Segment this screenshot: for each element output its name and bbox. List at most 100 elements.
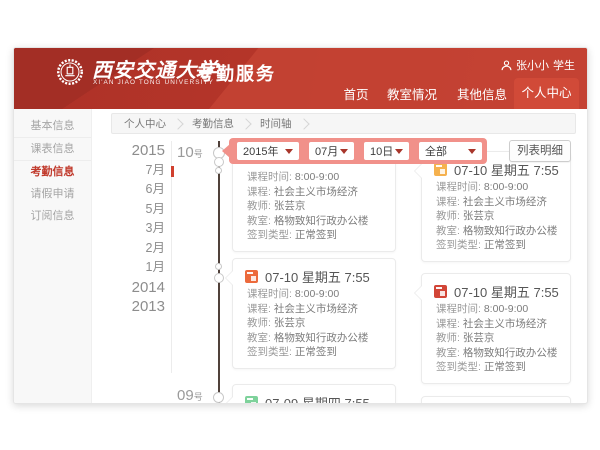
nav-item-personal-center-active[interactable]: 个人中心: [514, 78, 579, 109]
chevron-right-icon: [298, 118, 309, 129]
field-value: 格物致知行政办公楼: [463, 347, 558, 359]
card-field: 教室: 格物致知行政办公楼: [434, 224, 558, 239]
app-title: 考勤服务: [196, 60, 276, 86]
timeline-nav-2014[interactable]: 2014: [109, 278, 165, 298]
field-label: 教室:: [436, 347, 463, 359]
timeline-nav-july-current[interactable]: 7月: [109, 161, 165, 181]
timeline-nav-june[interactable]: 6月: [109, 180, 165, 200]
nav-item-classrooms[interactable]: 教室情况: [384, 84, 440, 109]
day-marker-10: 10号: [177, 144, 215, 162]
day-unit: 号: [194, 149, 203, 159]
attendance-card: 07-10 星期五 7:55课程时间: 8:00-9:00课程: 社会主义市场经…: [421, 273, 571, 384]
card-field: 签到类型: 正常签到: [434, 238, 558, 253]
card-title-row: 07-10 星期五 7:55: [245, 267, 383, 285]
card-field: 签到类型: 正常签到: [434, 360, 558, 375]
field-label: 课程:: [436, 318, 463, 330]
calendar-badge-icon: [434, 163, 447, 176]
sidebar-item-schedule-info[interactable]: 课表信息: [14, 138, 91, 161]
field-label: 签到类型:: [436, 239, 484, 251]
sidebar-item-basic-info[interactable]: 基本信息: [14, 115, 91, 138]
card-field: 课程: 社会主义市场经济: [245, 185, 383, 200]
person-icon: [501, 60, 512, 71]
field-label: 课程:: [247, 303, 274, 315]
day-dropdown[interactable]: 10日: [364, 142, 409, 160]
timeline-nav-2013[interactable]: 2013: [109, 297, 165, 317]
attendance-card: 07-09 星期四 7:55: [232, 384, 396, 404]
field-value: 张芸京: [463, 332, 495, 344]
field-value: 8:00-9:00: [295, 171, 339, 183]
chevron-right-icon: [240, 118, 251, 129]
field-label: 教室:: [436, 225, 463, 237]
timeline-nav-march[interactable]: 3月: [109, 219, 165, 239]
field-value: 社会主义市场经济: [274, 303, 358, 315]
field-label: 课程:: [247, 186, 274, 198]
timeline-nav-february[interactable]: 2月: [109, 239, 165, 259]
month-dropdown-value: 07月: [315, 143, 338, 159]
field-value: 社会主义市场经济: [463, 318, 547, 330]
card-title: 07-10 星期五 7:55: [265, 267, 370, 286]
field-value: 正常签到: [484, 361, 526, 373]
breadcrumb: 个人中心 考勤信息 时间轴: [111, 113, 576, 134]
sidebar-item-subscription-info[interactable]: 订阅信息: [14, 205, 91, 227]
card-field: 课程: 社会主义市场经济: [434, 317, 558, 332]
field-value: 张芸京: [274, 200, 306, 212]
field-label: 课程时间:: [247, 171, 295, 183]
sidebar: 基本信息 课表信息 考勤信息 请假申请 订阅信息: [14, 109, 92, 404]
timeline-nav-january[interactable]: 1月: [109, 258, 165, 278]
timeline-dot: [215, 263, 222, 270]
card-field: 教师: 张芸京: [434, 331, 558, 346]
day-unit: 号: [194, 392, 203, 402]
breadcrumb-attendance-info[interactable]: 考勤信息: [192, 116, 234, 131]
field-value: 社会主义市场经济: [274, 186, 358, 198]
field-value: 格物致知行政办公楼: [463, 225, 558, 237]
card-field: 课程: 社会主义市场经济: [245, 302, 383, 317]
timeline-nav-2015[interactable]: 2015: [109, 141, 165, 161]
field-label: 签到类型:: [247, 229, 295, 241]
timeline-nav-may[interactable]: 5月: [109, 200, 165, 220]
field-value: 正常签到: [295, 229, 337, 241]
field-label: 教室:: [247, 332, 274, 344]
caret-down-icon: [468, 149, 476, 158]
day-number: 10: [177, 144, 194, 161]
card-field: 签到类型: 正常签到: [245, 345, 383, 360]
type-dropdown-value: 全部: [425, 143, 447, 159]
field-label: 签到类型:: [247, 346, 295, 358]
field-label: 教师:: [436, 210, 463, 222]
nav-item-home[interactable]: 首页: [341, 84, 371, 109]
card-field: 课程时间: 8:00-9:00: [245, 287, 383, 302]
timeline-dot: [215, 167, 222, 174]
sidebar-item-leave-request[interactable]: 请假申请: [14, 183, 91, 205]
card-title: 07-10 星期五 7:55: [454, 282, 559, 301]
list-detail-button[interactable]: 列表明细: [509, 140, 571, 162]
attendance-card: [421, 396, 571, 404]
caret-down-icon: [285, 149, 293, 158]
day-dropdown-value: 10日: [370, 143, 393, 159]
breadcrumb-personal-center[interactable]: 个人中心: [124, 116, 166, 131]
field-label: 教师:: [436, 332, 463, 344]
year-dropdown-value: 2015年: [243, 143, 278, 159]
app-window: 西安交通大学 XI'AN JIAO TONG UNIVERSITY 考勤服务 张…: [13, 47, 588, 404]
timeline-dot: [214, 273, 224, 283]
day-number: 09: [177, 387, 194, 404]
calendar-badge-icon: [245, 270, 258, 283]
field-value: 张芸京: [274, 317, 306, 329]
user-role: 学生: [553, 57, 575, 73]
breadcrumb-timeline[interactable]: 时间轴: [260, 116, 292, 131]
field-label: 签到类型:: [436, 361, 484, 373]
nav-item-other-info[interactable]: 其他信息: [454, 84, 510, 109]
user-menu[interactable]: 张小小 学生: [501, 57, 575, 73]
field-value: 张芸京: [463, 210, 495, 222]
year-dropdown[interactable]: 2015年: [237, 142, 299, 160]
attendance-card: 07-10 星期五 7:55课程时间: 8:00-9:00课程: 社会主义市场经…: [232, 258, 396, 369]
sidebar-item-attendance-info[interactable]: 考勤信息: [14, 161, 91, 183]
field-value: 格物致知行政办公楼: [274, 332, 369, 344]
university-seal-icon: [56, 58, 84, 86]
field-value: 正常签到: [295, 346, 337, 358]
card-field: 课程: 社会主义市场经济: [434, 195, 558, 210]
app-header: 西安交通大学 XI'AN JIAO TONG UNIVERSITY 考勤服务 张…: [14, 48, 588, 109]
type-dropdown[interactable]: 全部: [419, 142, 482, 160]
card-field: 课程时间: 8:00-9:00: [245, 170, 383, 185]
field-label: 课程时间:: [436, 303, 484, 315]
attendance-card: 07-10 星期五 7:55课程时间: 8:00-9:00课程: 社会主义市场经…: [421, 151, 571, 262]
month-dropdown[interactable]: 07月: [309, 142, 354, 160]
